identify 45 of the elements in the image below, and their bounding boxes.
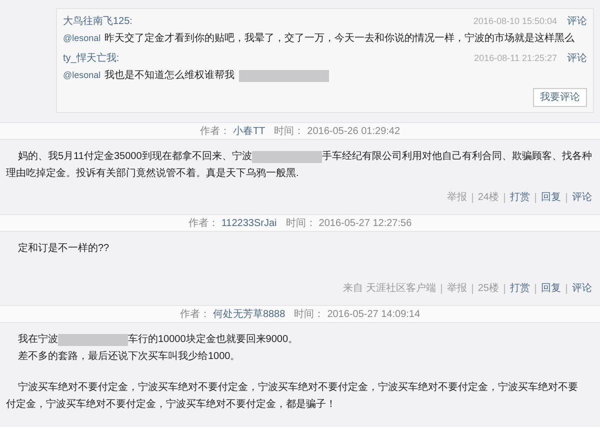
footer-text: 25楼 [478,282,499,296]
comment-username[interactable]: 大鸟往南飞125: [63,14,474,29]
post-time: 2016-05-27 12:27:56 [318,216,412,230]
post-text: 差不多的套路，最后还说下次买车叫我少给1000。 [18,350,240,364]
comment-link[interactable]: 评论 [567,14,587,29]
post-text: 车行的10000块定金也就要回来9000。 [128,332,298,347]
action-link[interactable]: 评论 [572,190,592,205]
time-label: 时间： [294,308,324,322]
comment-username[interactable]: ty_悍天亡我: [63,51,474,66]
footer-text: 举报 [446,282,467,296]
action-link[interactable]: 打赏 [510,190,530,205]
post-text: 我在宁波 [18,332,58,347]
footer-text: 来自 天涯社区客户端 [343,282,436,296]
author-label: 作者： [200,124,230,138]
post-text: 宁波买车绝对不要付定金，宁波买车绝对不要付定金，宁波买车绝对不要付定金，宁波买车绝对不要付定金，宁波买车绝对不要 [18,380,578,395]
comment-link[interactable]: 评论 [567,51,587,66]
action-link[interactable]: 回复 [541,190,561,205]
comment-text: 我也是不知道怎么维权谁帮我 [104,68,235,83]
blurred-block [58,334,128,346]
action-link[interactable]: 评论 [572,281,592,296]
comment-text: 昨天交了定金才看到你的贴吧，我晕了，交了一万，今天一去和你说的情况一样，宁波的市场就是这样黑么 [104,32,575,46]
mention-link[interactable]: @lesonal [63,32,101,46]
author-link[interactable]: 112233SrJai [221,216,277,230]
blurred-block [252,150,322,162]
post-text: 理由吃掉定金。投诉有关部门竟然说管不着。真是天下乌鸦一般黑. [6,166,299,181]
post-text: 定和订是不一样的?? [18,242,110,256]
action-link[interactable]: 打赏 [510,281,530,296]
mention-link[interactable]: @lesonal [63,68,101,82]
author-label: 作者： [180,308,210,322]
post-time: 2016-05-26 01:29:42 [307,124,400,138]
action-link[interactable]: 回复 [541,281,561,296]
time-label: 时间： [286,216,316,230]
author-link[interactable]: 何处无芳草8888 [212,306,286,322]
author-link[interactable]: 小春TT [232,124,266,138]
footer-text: 24楼 [478,190,499,205]
post-text: 付定金，宁波买车绝对不要付定金，宁波买车绝对不要付定金，都是骗子！ [6,398,336,412]
author-label: 作者： [188,216,218,230]
time-label: 时间： [274,124,304,138]
comment-time: 2016-08-10 15:50:04 [473,14,557,28]
footer-text: 举报 [446,190,467,205]
post-time: 2016-05-27 14:09:14 [327,308,420,322]
post-text: 手车经纪有限公司利用对他自己有利合同、欺骗顾客、找各种 [322,150,592,164]
add-comment-button[interactable]: 我要评论 [533,88,587,107]
comment-time: 2016-08-11 21:25:27 [474,52,557,65]
post-text: 妈的、我5月11付定金35000到现在都拿不回来、宁波 [18,150,252,164]
